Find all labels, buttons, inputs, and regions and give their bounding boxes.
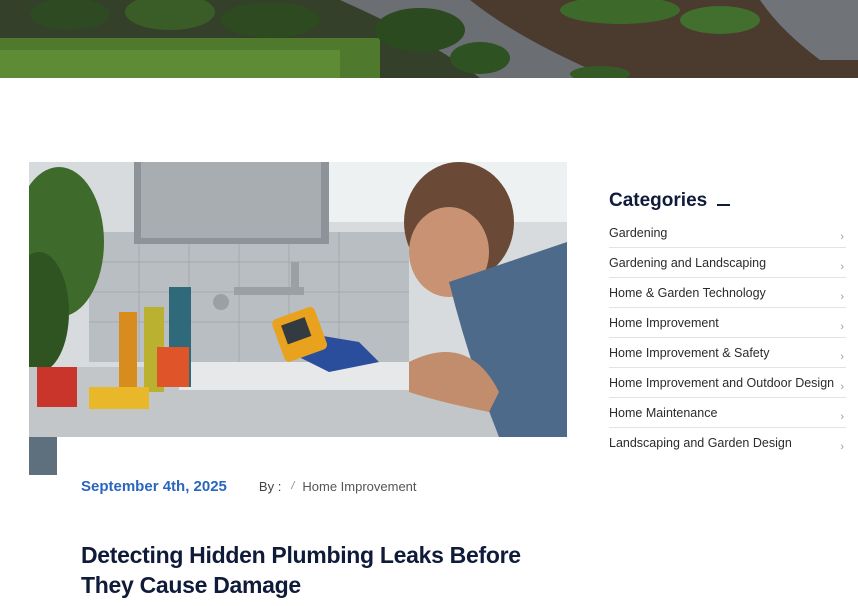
- chevron-right-icon: ›: [840, 411, 844, 423]
- post-category-link[interactable]: Home Improvement: [302, 479, 416, 494]
- category-item-landscaping-garden-design[interactable]: Landscaping and Garden Design ›: [609, 428, 846, 457]
- categories-widget: Categories Gardening › Gardening and Lan…: [609, 186, 846, 457]
- category-item-gardening[interactable]: Gardening ›: [609, 218, 846, 248]
- post-meta: September 4th, 2025 By : / Home Improvem…: [81, 476, 417, 496]
- category-label[interactable]: Home Improvement: [609, 316, 719, 330]
- category-item-home-improvement-outdoor-design[interactable]: Home Improvement and Outdoor Design ›: [609, 368, 846, 398]
- categories-list: Gardening › Gardening and Landscaping › …: [609, 218, 846, 457]
- category-label[interactable]: Home Maintenance: [609, 406, 717, 420]
- chevron-right-icon: ›: [840, 441, 844, 453]
- category-label[interactable]: Gardening and Landscaping: [609, 256, 766, 270]
- chevron-right-icon: ›: [840, 231, 844, 243]
- chevron-right-icon: ›: [840, 261, 844, 273]
- featured-image-edge: [29, 437, 57, 475]
- category-label[interactable]: Gardening: [609, 226, 667, 240]
- category-item-home-improvement[interactable]: Home Improvement ›: [609, 308, 846, 338]
- chevron-right-icon: ›: [840, 351, 844, 363]
- chevron-right-icon: ›: [840, 321, 844, 333]
- chevron-right-icon: ›: [840, 291, 844, 303]
- category-label[interactable]: Home Improvement and Outdoor Design: [609, 376, 834, 390]
- category-label[interactable]: Home Improvement & Safety: [609, 346, 769, 360]
- hero-banner-image: [0, 0, 858, 78]
- category-item-home-garden-technology[interactable]: Home & Garden Technology ›: [609, 278, 846, 308]
- post-title[interactable]: Detecting Hidden Plumbing Leaks Before T…: [81, 540, 551, 600]
- post-author-label: By :: [258, 478, 282, 494]
- category-item-home-maintenance[interactable]: Home Maintenance ›: [609, 398, 846, 428]
- meta-separator: /: [291, 480, 295, 492]
- categories-title: Categories: [609, 190, 708, 211]
- categories-header: Categories: [609, 186, 846, 216]
- category-item-gardening-and-landscaping[interactable]: Gardening and Landscaping ›: [609, 248, 846, 278]
- category-label[interactable]: Landscaping and Garden Design: [609, 436, 792, 450]
- category-item-home-improvement-safety[interactable]: Home Improvement & Safety ›: [609, 338, 846, 368]
- chevron-right-icon: ›: [840, 381, 844, 393]
- title-underline-dash: [717, 204, 731, 206]
- post-date[interactable]: September 4th, 2025: [81, 478, 227, 495]
- post-featured-image[interactable]: [29, 162, 567, 437]
- category-label[interactable]: Home & Garden Technology: [609, 286, 766, 300]
